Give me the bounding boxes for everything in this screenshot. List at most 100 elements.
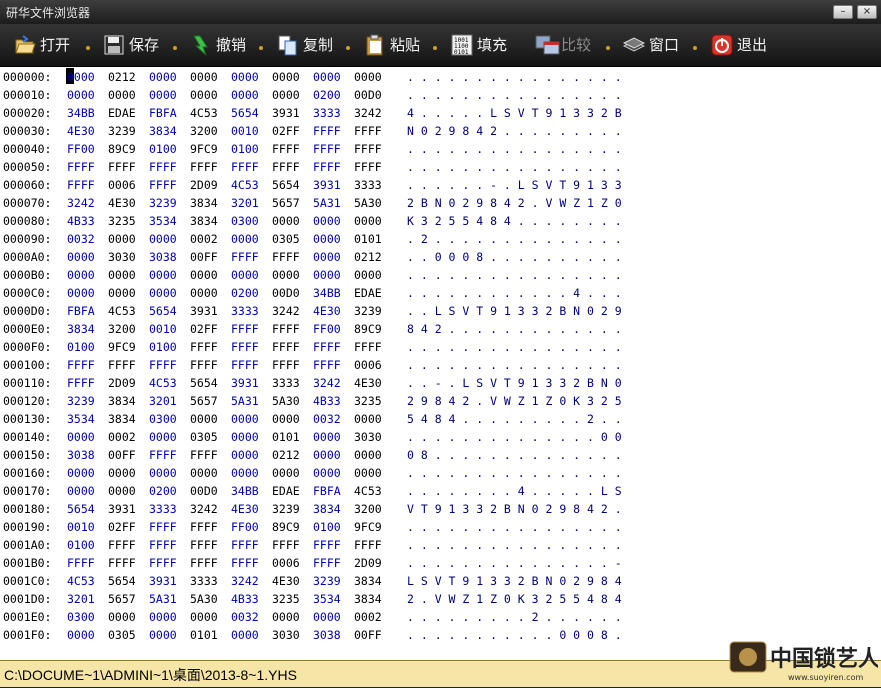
- hex-word[interactable]: 3239: [313, 572, 341, 590]
- hex-word[interactable]: 0000: [231, 464, 259, 482]
- hex-word[interactable]: 0000: [108, 482, 136, 500]
- hex-word[interactable]: 3242: [272, 302, 300, 320]
- hex-word[interactable]: 3834: [108, 410, 136, 428]
- hex-word[interactable]: FFFF: [231, 338, 259, 356]
- ascii-column[interactable]: . . . . . . . . . . . . . . . .: [407, 140, 622, 158]
- hex-word[interactable]: 0000: [108, 284, 136, 302]
- hex-word[interactable]: FFFF: [272, 320, 300, 338]
- hex-word[interactable]: 0000: [149, 68, 177, 86]
- hex-word[interactable]: 3239: [108, 122, 136, 140]
- hex-word[interactable]: FFFF: [108, 158, 136, 176]
- hex-word[interactable]: 0000: [149, 608, 177, 626]
- hex-word[interactable]: EDAE: [272, 482, 300, 500]
- hex-row[interactable]: 000180: 5654 3931 3333 3242 4E30 3239 3834 3200 V…: [0, 500, 881, 518]
- hex-word[interactable]: 0101: [354, 230, 382, 248]
- hex-word[interactable]: 0032: [231, 608, 259, 626]
- hex-word[interactable]: 34BB: [231, 482, 259, 500]
- hex-word[interactable]: 0000: [313, 68, 341, 86]
- hex-word[interactable]: 5657: [272, 194, 300, 212]
- hex-word[interactable]: 0000: [67, 68, 95, 86]
- hex-word[interactable]: 3201: [231, 194, 259, 212]
- hex-word[interactable]: 0000: [313, 248, 341, 266]
- hex-word[interactable]: 0000: [354, 266, 382, 284]
- hex-word[interactable]: 0000: [231, 266, 259, 284]
- hex-word[interactable]: 0000: [231, 626, 259, 644]
- hex-word[interactable]: 89C9: [272, 518, 300, 536]
- hex-word[interactable]: FFFF: [67, 374, 95, 392]
- hex-word[interactable]: 0000: [108, 86, 136, 104]
- hex-word[interactable]: 3333: [149, 500, 177, 518]
- hex-word[interactable]: 4E30: [108, 194, 136, 212]
- hex-word[interactable]: 0032: [67, 230, 95, 248]
- hex-word[interactable]: FFFF: [272, 158, 300, 176]
- hex-word[interactable]: FFFF: [67, 158, 95, 176]
- ascii-column[interactable]: N 0 2 9 8 4 2 . . . . . . . . .: [407, 122, 622, 140]
- hex-word[interactable]: 0000: [313, 446, 341, 464]
- hex-row[interactable]: 000190: 0010 02FF FFFF FFFF FF00 89C9 0100 9FC9.…: [0, 518, 881, 536]
- hex-word[interactable]: 0000: [108, 608, 136, 626]
- hex-word[interactable]: 3834: [149, 122, 177, 140]
- hex-word[interactable]: 3931: [313, 176, 341, 194]
- hex-word[interactable]: FFFF: [231, 356, 259, 374]
- hex-word[interactable]: 0002: [354, 608, 382, 626]
- ascii-column[interactable]: . . . . . . . . . . . 0 0 0 8 .: [407, 626, 622, 644]
- ascii-column[interactable]: L S V T 9 1 3 3 2 B N 0 2 9 8 4: [407, 572, 622, 590]
- hex-word[interactable]: 0212: [354, 248, 382, 266]
- hex-row[interactable]: 0001E0: 0300 0000 0000 0000 0032 0000 0000 0002.…: [0, 608, 881, 626]
- fill-button[interactable]: 1001 1100 0101 填充: [451, 32, 507, 58]
- hex-word[interactable]: 0000: [354, 446, 382, 464]
- hex-row[interactable]: 000170: 0000 0000 0200 00D0 34BB EDAE FBFA 4C53.…: [0, 482, 881, 500]
- hex-word[interactable]: 4B33: [67, 212, 95, 230]
- hex-word[interactable]: 0000: [108, 230, 136, 248]
- hex-row[interactable]: 0000C0: 0000 0000 0000 0000 0200 00D0 34BB EDAE.…: [0, 284, 881, 302]
- ascii-column[interactable]: . . . . . . . . . . . . . . . .: [407, 158, 622, 176]
- hex-word[interactable]: FF00: [231, 518, 259, 536]
- hex-word[interactable]: 3834: [354, 572, 382, 590]
- copy-button[interactable]: 复制: [277, 32, 333, 58]
- hex-word[interactable]: FFFF: [67, 356, 95, 374]
- ascii-column[interactable]: . . . . . . . . . . . . . . . .: [407, 266, 622, 284]
- hex-row[interactable]: 0000B0: 0000 0000 0000 0000 0000 0000 0000 0000.…: [0, 266, 881, 284]
- hex-view[interactable]: 000000: 0000 0212 0000 0000 0000 0000 0000 0000.…: [0, 67, 881, 660]
- hex-word[interactable]: 0000: [354, 410, 382, 428]
- hex-word[interactable]: 3200: [354, 500, 382, 518]
- hex-word[interactable]: FFFF: [108, 554, 136, 572]
- hex-word[interactable]: 5654: [272, 176, 300, 194]
- hex-word[interactable]: FFFF: [149, 518, 177, 536]
- hex-word[interactable]: 3333: [231, 302, 259, 320]
- hex-word[interactable]: 0212: [272, 446, 300, 464]
- undo-button[interactable]: 撤销: [190, 32, 246, 58]
- hex-word[interactable]: FFFF: [108, 356, 136, 374]
- hex-word[interactable]: 5654: [190, 374, 218, 392]
- ascii-column[interactable]: . . . . . . . . . . . . . . . .: [407, 338, 622, 356]
- hex-word[interactable]: 3038: [149, 248, 177, 266]
- hex-word[interactable]: 3333: [313, 104, 341, 122]
- hex-word[interactable]: 3030: [272, 626, 300, 644]
- ascii-column[interactable]: 5 4 8 4 . . . . . . . . . 2 . .: [407, 410, 622, 428]
- hex-word[interactable]: 0000: [272, 410, 300, 428]
- hex-word[interactable]: 89C9: [108, 140, 136, 158]
- hex-word[interactable]: 5654: [149, 302, 177, 320]
- hex-word[interactable]: 0305: [272, 230, 300, 248]
- hex-word[interactable]: FFFF: [231, 554, 259, 572]
- hex-word[interactable]: 3235: [272, 590, 300, 608]
- hex-word[interactable]: 9FC9: [354, 518, 382, 536]
- hex-row[interactable]: 0000D0: FBFA 4C53 5654 3931 3333 3242 4E30 3239.…: [0, 302, 881, 320]
- hex-row[interactable]: 000070: 3242 4E30 3239 3834 3201 5657 5A31 5A30 2…: [0, 194, 881, 212]
- hex-word[interactable]: 0000: [190, 266, 218, 284]
- hex-word[interactable]: 4C53: [231, 176, 259, 194]
- hex-word[interactable]: 4C53: [67, 572, 95, 590]
- hex-word[interactable]: 0000: [231, 230, 259, 248]
- compare-button[interactable]: 比较: [535, 32, 591, 58]
- hex-word[interactable]: 0000: [67, 284, 95, 302]
- hex-word[interactable]: FBFA: [67, 302, 95, 320]
- hex-word[interactable]: FFFF: [313, 356, 341, 374]
- ascii-column[interactable]: . . . . . . . . . . . . . . 0 0: [407, 428, 622, 446]
- hex-word[interactable]: FFFF: [272, 356, 300, 374]
- ascii-column[interactable]: V T 9 1 3 3 2 B N 0 2 9 8 4 2 .: [407, 500, 622, 518]
- hex-word[interactable]: 4C53: [354, 482, 382, 500]
- hex-row[interactable]: 000060: FFFF 0006 FFFF 2D09 4C53 5654 3931 3333.…: [0, 176, 881, 194]
- hex-row[interactable]: 000010: 0000 0000 0000 0000 0000 0000 0200 00D0.…: [0, 86, 881, 104]
- hex-row[interactable]: 0000A0: 0000 3030 3038 00FF FFFF FFFF 0000 0212.…: [0, 248, 881, 266]
- hex-word[interactable]: 3931: [149, 572, 177, 590]
